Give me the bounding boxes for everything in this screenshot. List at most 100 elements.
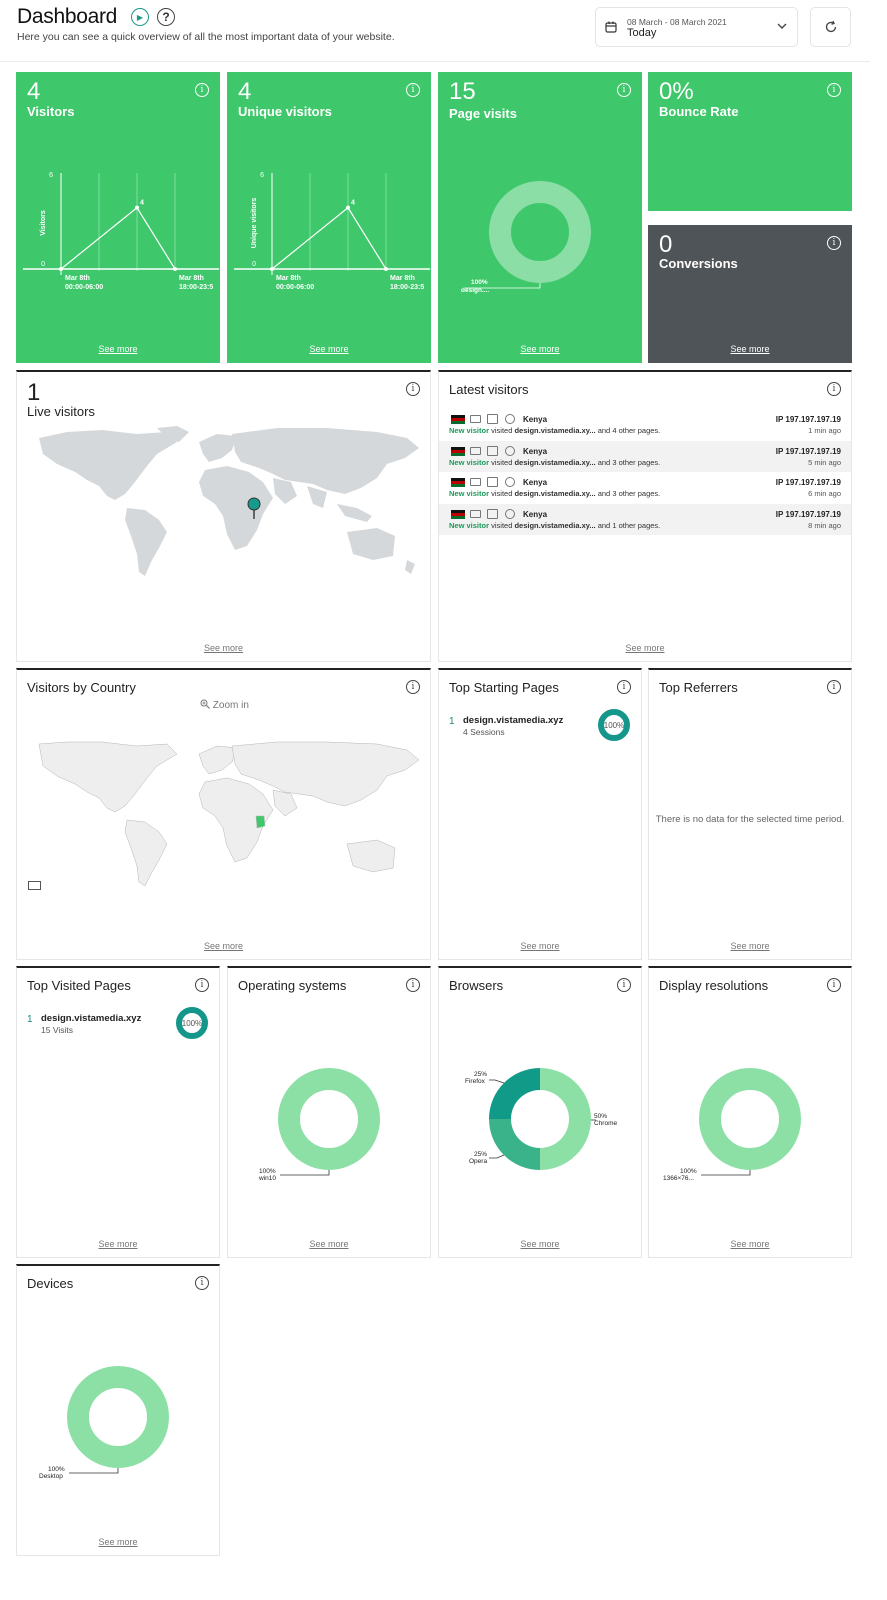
live-visitors-label: Live visitors — [27, 404, 95, 419]
unique-visitors-series-line — [271, 206, 387, 270]
page-visits-value: 15 — [449, 78, 476, 105]
data-point[interactable] — [59, 267, 63, 271]
list-item[interactable]: Kenya New visitor visited design.vistamed… — [439, 472, 851, 503]
data-point[interactable] — [135, 205, 139, 210]
info-icon[interactable]: i — [617, 680, 631, 694]
refresh-button[interactable] — [810, 7, 851, 47]
data-point[interactable] — [270, 267, 274, 271]
list-item[interactable]: Kenya New visitor visited design.vistamed… — [439, 409, 851, 440]
list-item[interactable]: Kenya New visitor visited design.vistamed… — [439, 503, 851, 535]
slice-label-chrome: Chrome — [594, 1120, 618, 1127]
live-visitors-value: 1 — [27, 379, 41, 406]
info-icon[interactable]: i — [617, 83, 631, 97]
x-tick-1-line2: 18:00-23:5 — [390, 284, 424, 291]
date-range-picker[interactable]: 08 March - 08 March 2021 Today — [595, 7, 798, 47]
list-item[interactable]: Kenya New visitor visited design.vistamed… — [439, 440, 851, 472]
other-pages-text: and 3 other pages. — [597, 489, 661, 498]
info-icon[interactable]: i — [406, 680, 420, 694]
info-icon[interactable]: i — [195, 978, 209, 992]
browser-icon — [505, 414, 515, 424]
play-tour-button[interactable]: ▶ — [131, 8, 149, 26]
zoom-in-button[interactable]: Zoom in — [200, 699, 249, 711]
top-starting-pages-card: Top Starting Pages i 1 design.vistamedia… — [438, 668, 642, 960]
info-icon[interactable]: i — [827, 382, 841, 396]
info-icon[interactable]: i — [195, 83, 209, 97]
bounce-rate-value: 0% — [659, 78, 694, 105]
kenya-flag-icon — [451, 415, 465, 424]
kenya-highlight[interactable] — [255, 815, 266, 829]
visit-time: 1 min ago — [808, 426, 841, 435]
info-icon[interactable]: i — [827, 236, 841, 250]
slice-pct-chrome: 50% — [594, 1113, 607, 1120]
see-more-link[interactable]: See more — [439, 941, 641, 951]
info-icon[interactable]: i — [617, 978, 631, 992]
info-icon[interactable]: i — [827, 680, 841, 694]
page-name: design.vistamedia.xyz — [41, 1013, 142, 1024]
data-point[interactable] — [173, 267, 177, 271]
see-more-link[interactable]: See more — [649, 344, 851, 354]
zoom-in-label: Zoom in — [212, 700, 249, 711]
help-button[interactable]: ? — [157, 8, 175, 26]
pie-slice-0[interactable] — [67, 1366, 169, 1468]
see-more-link[interactable]: See more — [439, 643, 851, 653]
data-point[interactable] — [384, 267, 388, 271]
info-icon[interactable]: i — [195, 1276, 209, 1290]
pie-slice-2[interactable] — [489, 1068, 540, 1119]
see-more-link[interactable]: See more — [17, 1239, 219, 1249]
question-icon: ? — [162, 10, 170, 24]
info-icon[interactable]: i — [827, 978, 841, 992]
page-subtitle: Here you can see a quick overview of all… — [17, 31, 395, 43]
see-more-link[interactable]: See more — [228, 1239, 430, 1249]
rank-number: 1 — [27, 1014, 33, 1025]
see-more-link[interactable]: See more — [17, 643, 430, 653]
bounce-rate-label: Bounce Rate — [659, 104, 739, 119]
conversions-card: 0 Conversions i See more — [648, 225, 852, 363]
y-axis-label: Visitors — [40, 210, 47, 236]
page-title: Dashboard — [17, 5, 118, 28]
latest-visitors-card: Latest visitors i Kenya New visitor visit… — [438, 370, 852, 662]
windows-icon — [487, 508, 498, 519]
top-visited-pages-card: Top Visited Pages i 1 design.vistamedia.… — [16, 966, 220, 1258]
pie-slice-0[interactable] — [540, 1068, 591, 1170]
map-legend-icon[interactable] — [28, 881, 41, 890]
slice-label: win10 — [258, 1175, 276, 1182]
pie-slice-0[interactable] — [699, 1068, 801, 1170]
live-visitors-world-map — [39, 426, 419, 576]
browser-icon — [505, 445, 515, 456]
rank-number: 1 — [449, 716, 455, 727]
visited-page: design.vistamedia.xy... — [514, 457, 596, 467]
slice-pct: 100% — [471, 279, 488, 286]
info-icon[interactable]: i — [827, 83, 841, 97]
visited-text: visited — [491, 520, 513, 530]
conversions-value: 0 — [659, 231, 673, 258]
x-tick-1-line2: 18:00-23:5 — [179, 284, 213, 291]
see-more-link[interactable]: See more — [439, 1239, 641, 1249]
new-visitor-label: New visitor — [449, 489, 490, 498]
new-visitor-label: New visitor — [449, 457, 490, 467]
visitor-country: Kenya — [523, 509, 548, 519]
os-donut-chart: 100% win10 — [258, 1068, 380, 1182]
see-more-link[interactable]: See more — [17, 941, 430, 951]
pie-slice-1[interactable] — [489, 1119, 540, 1170]
visitor-country: Kenya — [523, 415, 548, 424]
see-more-link[interactable]: See more — [228, 344, 430, 354]
visitor-ip: IP 197.197.197.19 — [775, 415, 841, 424]
info-icon[interactable]: i — [406, 978, 420, 992]
see-more-link[interactable]: See more — [649, 1239, 851, 1249]
chevron-down-icon — [777, 23, 787, 29]
see-more-link[interactable]: See more — [649, 941, 851, 951]
see-more-link[interactable]: See more — [17, 344, 219, 354]
info-icon[interactable]: i — [406, 382, 420, 396]
visitor-country: Kenya — [523, 478, 548, 487]
pie-slice-0[interactable] — [278, 1068, 380, 1170]
slice-pct: 100% — [48, 1466, 65, 1473]
see-more-link[interactable]: See more — [439, 344, 641, 354]
x-tick-0-line1: Mar 8th — [65, 275, 90, 282]
data-point[interactable] — [346, 205, 350, 210]
info-icon[interactable]: i — [406, 83, 420, 97]
pie-slice-0[interactable] — [489, 181, 591, 283]
date-range-text: 08 March - 08 March 2021 — [627, 17, 727, 27]
see-more-link[interactable]: See more — [17, 1537, 219, 1547]
devices-card: Devices i 100% Desktop See more — [16, 1264, 220, 1556]
visited-page: design.vistamedia.xy... — [514, 426, 596, 435]
